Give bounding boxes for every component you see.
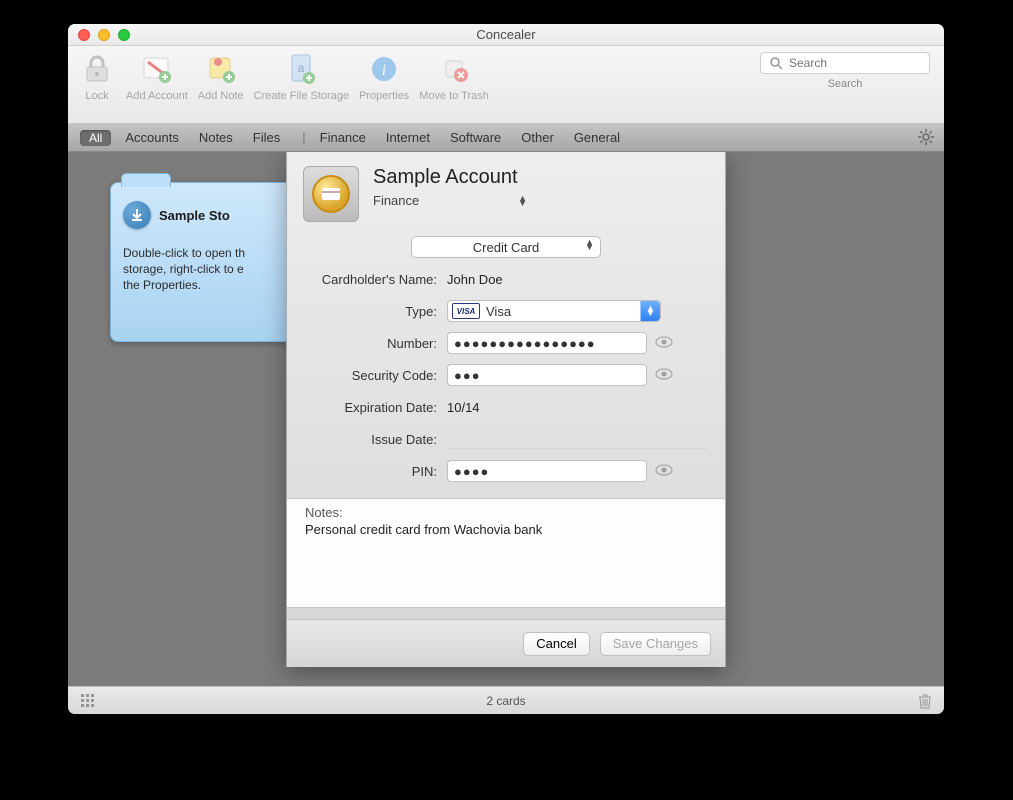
svg-text:i: i	[382, 62, 386, 79]
filter-notes[interactable]: Notes	[199, 130, 233, 145]
lock-icon	[78, 50, 116, 88]
add-account-icon	[138, 50, 176, 88]
chevron-updown-icon: ▲▼	[640, 301, 660, 321]
filter-bar: All Accounts Notes Files | Finance Inter…	[68, 124, 944, 152]
security-code-label: Security Code:	[305, 368, 447, 383]
titlebar: Concealer	[68, 24, 944, 46]
window-title: Concealer	[68, 27, 944, 42]
chevron-updown-icon: ▲▼	[518, 196, 527, 206]
category-general[interactable]: General	[574, 130, 620, 145]
search-input[interactable]	[760, 52, 930, 74]
category-software[interactable]: Software	[450, 130, 501, 145]
status-text: 2 cards	[486, 694, 525, 708]
create-file-storage-button[interactable]: a Create File Storage	[254, 50, 349, 102]
reveal-number-icon[interactable]	[655, 336, 673, 351]
reveal-pin-icon[interactable]	[655, 464, 673, 479]
cardholder-value[interactable]: John Doe	[447, 272, 707, 287]
filter-accounts[interactable]: Accounts	[125, 130, 178, 145]
lock-button[interactable]: Lock	[78, 50, 116, 102]
toolbar: Lock Add Account Add Note a Create File …	[68, 46, 944, 124]
account-icon[interactable]	[303, 166, 359, 222]
cardholder-label: Cardholder's Name:	[305, 272, 447, 287]
properties-button[interactable]: i Properties	[359, 50, 409, 102]
folder-description: Double-click to open th storage, right-c…	[123, 245, 307, 294]
category-finance[interactable]: Finance	[320, 130, 366, 145]
notes-label: Notes:	[287, 505, 725, 520]
svg-text:a: a	[298, 61, 305, 75]
trash-icon	[435, 50, 473, 88]
notes-text[interactable]: Personal credit card from Wachovia bank	[287, 520, 725, 607]
pin-input[interactable]: ●●●●	[447, 460, 647, 482]
visa-icon: VISA	[452, 303, 480, 319]
grid-view-icon[interactable]	[80, 693, 96, 712]
filter-files[interactable]: Files	[253, 130, 280, 145]
category-select[interactable]: Finance ▲▼	[373, 193, 533, 208]
pin-label: PIN:	[305, 464, 447, 479]
search-icon	[770, 57, 783, 70]
security-code-input[interactable]: ●●●	[447, 364, 647, 386]
app-window: Concealer Lock Add Account Add Note a Cr	[68, 24, 944, 714]
category-other[interactable]: Other	[521, 130, 554, 145]
card-icon	[322, 188, 340, 200]
move-to-trash-button[interactable]: Move to Trash	[419, 50, 489, 102]
issue-date-label: Issue Date:	[305, 432, 447, 447]
folder-tab-icon	[121, 173, 171, 187]
reveal-security-icon[interactable]	[655, 368, 673, 383]
account-title: Sample Account	[373, 166, 533, 189]
gear-icon[interactable]	[918, 129, 934, 148]
category-internet[interactable]: Internet	[386, 130, 430, 145]
filter-all[interactable]: All	[80, 130, 111, 146]
type-label: Type:	[305, 304, 447, 319]
issue-date-value[interactable]	[447, 448, 707, 449]
folder-title: Sample Sto	[159, 208, 230, 223]
status-bar: 2 cards	[68, 686, 944, 714]
chevron-updown-icon: ▲▼	[585, 240, 594, 250]
filter-separator: |	[302, 130, 305, 145]
content-area: Sample Sto Double-click to open th stora…	[68, 152, 944, 686]
number-label: Number:	[305, 336, 447, 351]
subtype-select[interactable]: Credit Card ▲▼	[411, 236, 601, 258]
save-changes-button[interactable]: Save Changes	[600, 632, 711, 656]
search-label: Search	[760, 78, 930, 90]
account-editor-panel: Sample Account Finance ▲▼ Credit Card ▲▼…	[286, 152, 726, 667]
number-input[interactable]: ●●●●●●●●●●●●●●●●	[447, 332, 647, 354]
file-storage-icon: a	[282, 50, 320, 88]
expiration-label: Expiration Date:	[305, 400, 447, 415]
trash-icon[interactable]	[918, 693, 932, 712]
add-note-button[interactable]: Add Note	[198, 50, 244, 102]
cancel-button[interactable]: Cancel	[523, 632, 589, 656]
download-icon	[123, 201, 151, 229]
type-select[interactable]: VISA Visa ▲▼	[447, 300, 661, 322]
info-icon: i	[365, 50, 403, 88]
expiration-value[interactable]: 10/14	[447, 400, 707, 415]
add-account-button[interactable]: Add Account	[126, 50, 188, 102]
add-note-icon	[202, 50, 240, 88]
